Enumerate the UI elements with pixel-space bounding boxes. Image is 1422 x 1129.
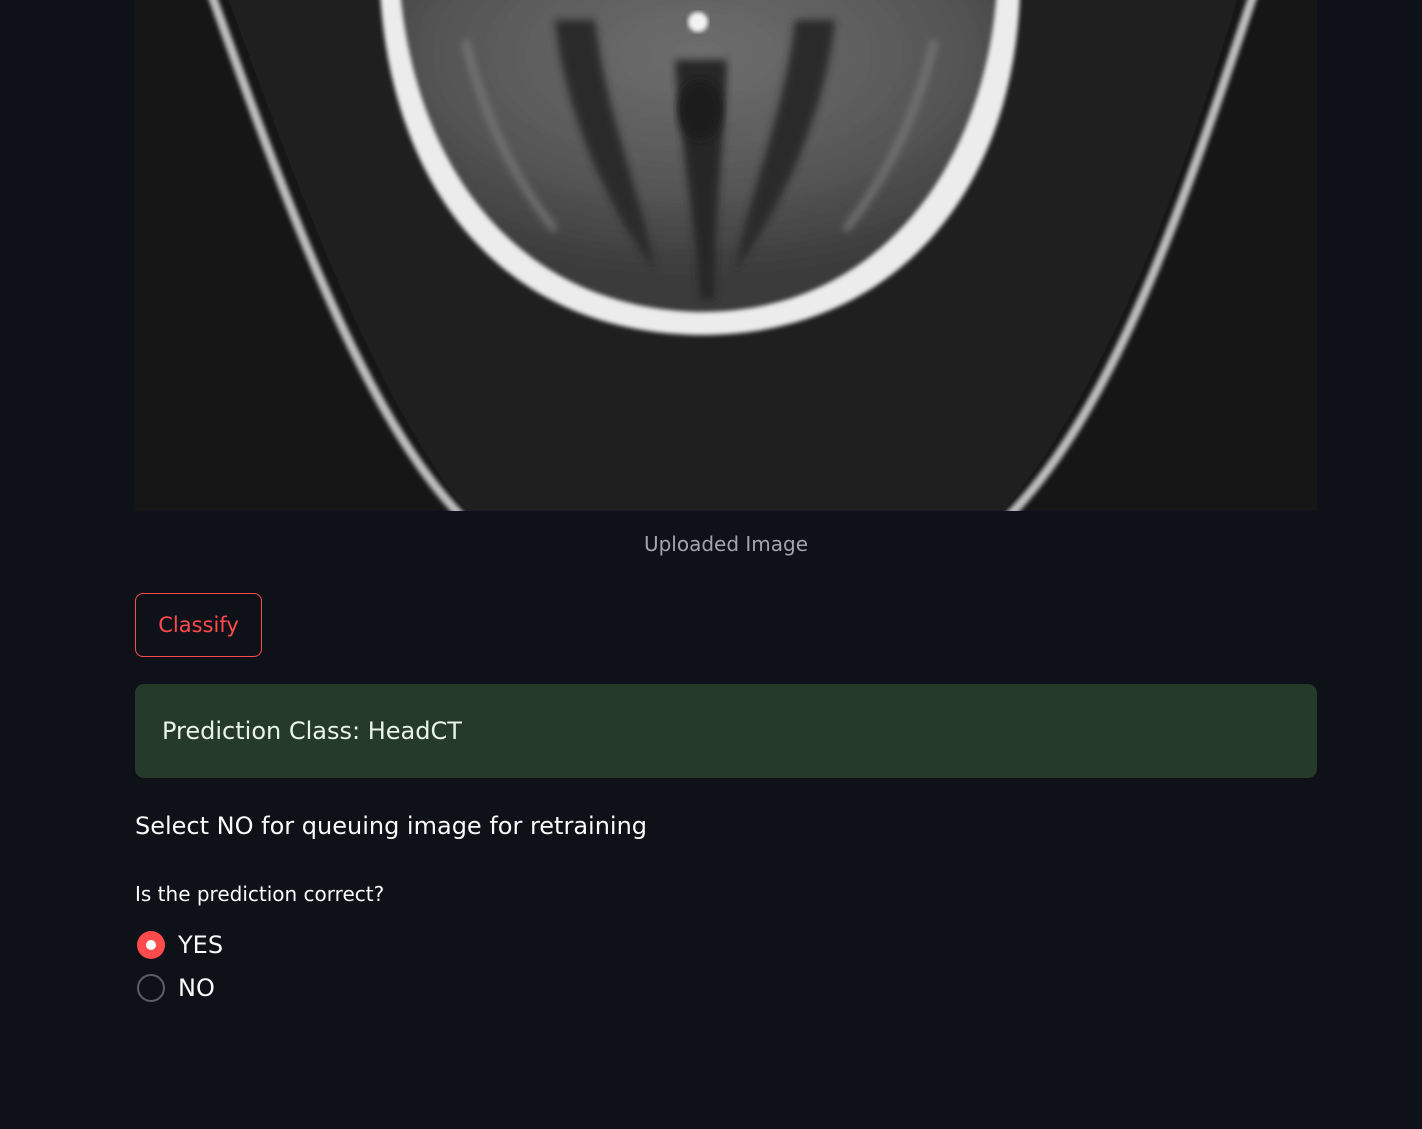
app-main: Uploaded Image Classify Prediction Class… [0, 0, 1422, 1129]
image-caption: Uploaded Image [643, 532, 809, 556]
radio-option-label: YES [178, 931, 224, 959]
radio-option-no[interactable]: NO [137, 973, 215, 1003]
classify-button[interactable]: Classify [135, 593, 262, 657]
radio-unchecked-icon[interactable] [137, 974, 165, 1002]
uploaded-image [135, 0, 1317, 511]
radio-checked-icon[interactable] [137, 931, 165, 959]
prediction-text: Prediction Class: HeadCT [162, 717, 462, 745]
radio-group-label: Is the prediction correct? [135, 882, 385, 906]
prediction-alert: Prediction Class: HeadCT [135, 684, 1317, 778]
retrain-instruction: Select NO for queuing image for retraini… [135, 812, 648, 840]
radio-option-yes[interactable]: YES [137, 930, 223, 960]
ct-scan-image [135, 0, 1317, 511]
radio-option-label: NO [178, 974, 215, 1002]
